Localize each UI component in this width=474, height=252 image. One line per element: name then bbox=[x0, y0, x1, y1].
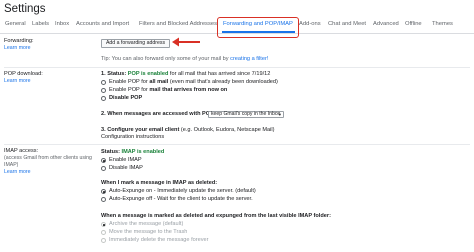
auto-expunge-on-radio[interactable] bbox=[101, 189, 106, 194]
arrow-icon bbox=[172, 37, 200, 47]
pop-status-suffix: for all mail that has arrived since 7/19… bbox=[168, 71, 271, 77]
move-to-trash-option: Move the message to the Trash bbox=[109, 229, 188, 235]
create-filter-link[interactable]: creating a filter! bbox=[230, 56, 268, 62]
tab-chat-and-meet[interactable]: Chat and Meet bbox=[328, 21, 366, 27]
pop-disable-radio[interactable] bbox=[101, 96, 106, 101]
pop-when-accessed-label: 2. When messages are accessed with POP bbox=[101, 111, 214, 117]
tab-filters-and-blocked-addresses[interactable]: Filters and Blocked Addresses bbox=[139, 21, 217, 27]
pop-option2-bold: mail that arrives from now on bbox=[149, 87, 228, 93]
forwarding-learn-more-link[interactable]: Learn more bbox=[4, 45, 94, 52]
pop-configure-label: 3. Configure your email client bbox=[101, 127, 180, 133]
imap-learn-more-link[interactable]: Learn more bbox=[4, 169, 94, 176]
auto-expunge-off-radio[interactable] bbox=[101, 197, 106, 202]
tab-offline[interactable]: Offline bbox=[405, 21, 422, 27]
tab-general[interactable]: General bbox=[5, 21, 26, 27]
archive-message-option: Archive the message (default) bbox=[109, 221, 184, 227]
tab-add-ons[interactable]: Add-ons bbox=[299, 21, 321, 27]
tab-labels[interactable]: Labels bbox=[32, 21, 49, 27]
pop-status: 1. Status: POP is enabled for all mail t… bbox=[101, 71, 270, 77]
imap-disable-radio[interactable] bbox=[101, 166, 106, 171]
pop-option1-bold: all mail bbox=[149, 79, 169, 85]
pop-status-value: POP is enabled bbox=[127, 71, 169, 77]
imap-status: Status: IMAP is enabled bbox=[101, 149, 164, 155]
move-to-trash-radio[interactable] bbox=[101, 230, 106, 235]
forwarding-tip-text: Tip: You can also forward only some of y… bbox=[101, 56, 231, 62]
pop-option1-suffix: (even mail that's already been downloade… bbox=[168, 79, 278, 85]
pop-option2-prefix: Enable POP for bbox=[109, 87, 150, 93]
pop-learn-more-link[interactable]: Learn more bbox=[4, 78, 94, 85]
imap-access-label: IMAP access: bbox=[4, 148, 39, 154]
pop-option1-prefix: Enable POP for bbox=[109, 79, 150, 85]
imap-access-sublabel: (access Gmail from other clients using I… bbox=[4, 155, 92, 168]
auto-expunge-on-option: Auto-Expunge on - Immediately update the… bbox=[109, 188, 256, 194]
tab-accounts-and-import[interactable]: Accounts and Import bbox=[76, 21, 129, 27]
pop-action-select[interactable]: keep Gmail's copy in the Inbox ▾ bbox=[208, 111, 284, 118]
configuration-instructions-link[interactable]: Configuration instructions bbox=[101, 134, 164, 140]
pop-all-mail-option: Enable POP for all mail (even mail that'… bbox=[109, 79, 278, 85]
section-divider bbox=[4, 144, 470, 145]
forwarding-tip: Tip: You can also forward only some of y… bbox=[101, 56, 268, 62]
pop-from-now-on-radio[interactable] bbox=[101, 88, 106, 93]
imap-disable-option: Disable IMAP bbox=[109, 165, 143, 171]
tab-advanced[interactable]: Advanced bbox=[373, 21, 399, 27]
pop-all-mail-radio[interactable] bbox=[101, 80, 106, 85]
chevron-down-icon: ▾ bbox=[278, 112, 281, 117]
imap-expunged-heading: When a message is marked as deleted and … bbox=[101, 213, 331, 219]
delete-forever-option: Immediately delete the message forever bbox=[109, 237, 209, 243]
pop-configure-suffix: (e.g. Outlook, Eudora, Netscape Mail) bbox=[179, 127, 275, 133]
tab-highlight-box bbox=[217, 17, 299, 38]
archive-message-radio[interactable] bbox=[101, 222, 106, 227]
pop-configure: 3. Configure your email client (e.g. Out… bbox=[101, 127, 274, 133]
auto-expunge-off-option: Auto-Expunge off - Wait for the client t… bbox=[109, 196, 253, 202]
delete-forever-radio[interactable] bbox=[101, 238, 106, 243]
pop-action-select-value: keep Gmail's copy in the Inbox bbox=[211, 111, 281, 117]
imap-status-value: IMAP is enabled bbox=[121, 149, 165, 155]
tab-themes[interactable]: Themes bbox=[432, 21, 453, 27]
imap-deleted-heading: When I mark a message in IMAP as deleted… bbox=[101, 180, 218, 186]
imap-enable-option: Enable IMAP bbox=[109, 157, 142, 163]
pop-from-now-option: Enable POP for mail that arrives from no… bbox=[109, 87, 227, 93]
section-divider bbox=[4, 67, 470, 68]
imap-enable-radio[interactable] bbox=[101, 158, 106, 163]
tab-inbox[interactable]: Inbox bbox=[55, 21, 69, 27]
forwarding-label: Forwarding: bbox=[4, 38, 34, 44]
add-forwarding-address-button[interactable]: Add a forwarding address bbox=[101, 39, 170, 48]
page-title: Settings bbox=[4, 3, 46, 15]
pop-disable-option: Disable POP bbox=[109, 95, 143, 101]
imap-status-prefix: Status: bbox=[101, 149, 122, 155]
pop-download-label: POP download: bbox=[4, 71, 43, 77]
pop-status-prefix: 1. Status: bbox=[101, 71, 128, 77]
